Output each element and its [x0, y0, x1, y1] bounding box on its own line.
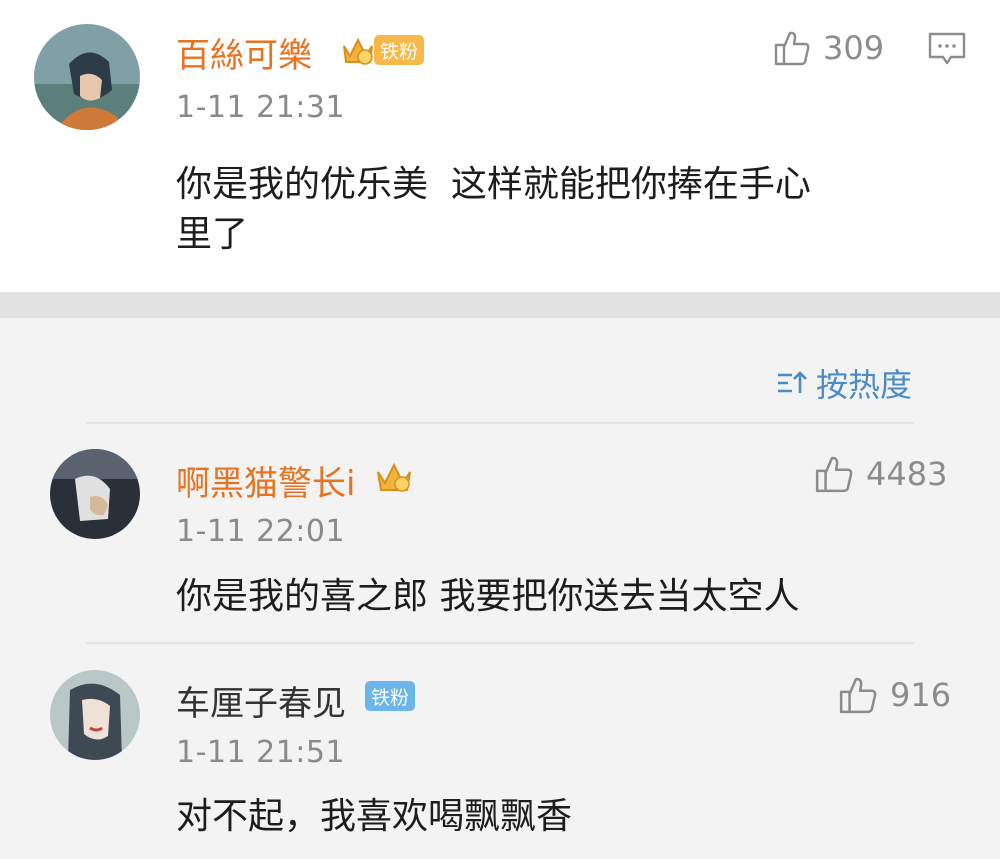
- username[interactable]: 啊黑猫警长i: [176, 456, 355, 505]
- avatar[interactable]: [34, 24, 140, 130]
- comment-time: 1-11 21:51: [176, 735, 346, 770]
- fan-badge: 铁粉: [374, 35, 425, 65]
- comment-text-line-2: 里了: [176, 214, 249, 255]
- username[interactable]: 百絲可樂: [176, 28, 312, 77]
- separator: [86, 642, 914, 644]
- username-text[interactable]: 百絲可樂: [176, 36, 312, 76]
- username-text[interactable]: 啊黑猫警长i: [176, 464, 355, 504]
- like-button[interactable]: 916: [838, 675, 951, 715]
- comment-text: 你是我的喜之郎 我要把你送去当太空人: [176, 576, 800, 617]
- sort-label: 按热度: [816, 366, 913, 404]
- fan-badge: 铁粉: [365, 681, 416, 711]
- comment-text-line-1: 你是我的优乐美 这样就能把你捧在手心: [176, 164, 811, 205]
- comment-text: 对不起，我喜欢喝飘飘香: [176, 796, 573, 837]
- comment-icon[interactable]: [927, 31, 967, 67]
- main-comment: 百絲可樂 铁粉 1-11 21:31 309 你是我的优乐美 这样就能把你捧在手…: [0, 0, 1000, 292]
- like-button[interactable]: 4483: [814, 454, 947, 494]
- avatar-image: [50, 670, 140, 760]
- avatar[interactable]: [50, 670, 140, 760]
- comment-time: 1-11 22:01: [176, 514, 346, 549]
- sort-by-hot-button[interactable]: 按热度: [776, 360, 912, 406]
- thumbs-up-icon: [815, 456, 853, 493]
- crown-badge-icon: [374, 456, 414, 494]
- avatar-image: [34, 24, 140, 130]
- separator: [86, 422, 914, 424]
- section-divider: [0, 292, 1000, 318]
- like-count: 916: [890, 676, 952, 714]
- like-count: 4483: [866, 455, 948, 493]
- username[interactable]: 车厘子春见: [176, 676, 346, 725]
- avatar[interactable]: [50, 449, 140, 539]
- like-count: 309: [823, 29, 885, 67]
- comment-text: 你是我的优乐美 这样就能把你捧在手心 里了: [176, 160, 976, 260]
- comment-time: 1-11 21:31: [176, 90, 346, 125]
- like-button[interactable]: 309: [773, 29, 884, 67]
- thumbs-up-icon: [774, 31, 810, 66]
- sort-icon: [778, 371, 807, 393]
- thumbs-up-icon: [839, 677, 877, 714]
- crown-badge-icon: [340, 32, 376, 66]
- avatar-image: [50, 449, 140, 539]
- username-text[interactable]: 车厘子春见: [176, 684, 346, 724]
